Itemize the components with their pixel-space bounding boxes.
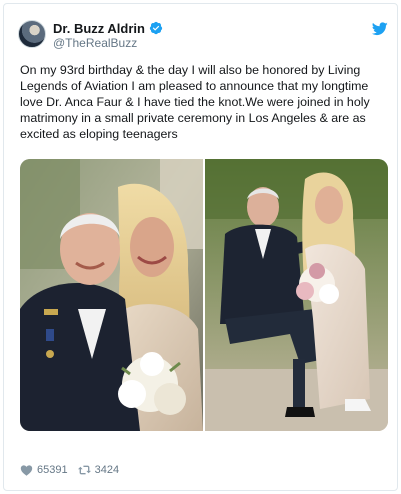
retweet-stat[interactable]: 3424 [77,464,120,476]
twitter-bird-icon[interactable] [372,22,388,36]
like-stat[interactable]: 65391 [20,464,68,476]
retweet-count: 3424 [94,464,120,476]
retweet-icon[interactable] [77,464,91,476]
tweet-stats: 65391 3424 [20,463,129,477]
like-count: 65391 [37,464,68,476]
tweet-text: On my 93rd birthday & the day I will als… [20,63,370,141]
tweet-header: Dr. Buzz Aldrin @TheRealBuzz [18,16,388,52]
wedding-photo-toast[interactable] [205,159,388,431]
tweet-card: Dr. Buzz Aldrin @TheRealBuzz On my 93rd … [3,3,398,491]
wedding-photo-couple-portrait[interactable] [20,159,203,431]
author-name-row[interactable]: Dr. Buzz Aldrin [53,20,163,36]
author-display-name[interactable]: Dr. Buzz Aldrin [53,21,145,36]
avatar[interactable] [18,20,46,48]
heart-icon[interactable] [20,464,33,476]
author-handle[interactable]: @TheRealBuzz [53,36,137,50]
verified-badge-icon [149,21,163,35]
tweet-media [20,159,388,431]
